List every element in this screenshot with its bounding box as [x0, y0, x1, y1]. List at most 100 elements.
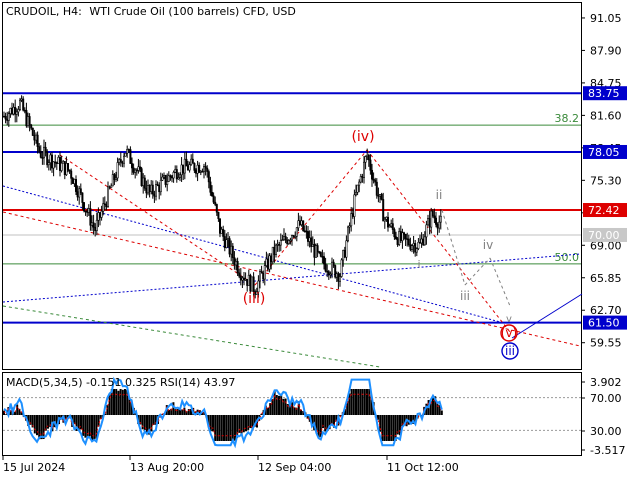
wave-label: ii — [436, 188, 443, 202]
candle-body — [180, 164, 183, 176]
candle-body — [196, 164, 199, 174]
candle-body — [380, 194, 383, 200]
candle-body — [330, 261, 333, 275]
candle-body — [300, 220, 303, 225]
macd-bar — [319, 415, 322, 438]
indicator-title: MACD(5,34,5) -0.151 0.325 RSI(14) 43.97 — [6, 376, 235, 389]
price-pane — [2, 2, 582, 370]
candle-body — [398, 231, 401, 245]
indicator-tick-label: 70.00 — [590, 392, 622, 405]
y-tick-label: 87.90 — [590, 44, 622, 57]
candle-body — [332, 261, 335, 266]
candle-body — [147, 185, 150, 194]
candle-body — [156, 184, 159, 186]
macd-bar — [44, 415, 47, 431]
candle-body — [364, 156, 367, 163]
candle-body — [145, 187, 148, 194]
candle-body — [231, 245, 234, 258]
candle-body — [233, 257, 236, 266]
candle-body — [353, 194, 356, 217]
candle-body — [422, 238, 425, 246]
macd-bar — [242, 415, 245, 433]
candle-body — [17, 109, 20, 113]
candle-body — [271, 246, 274, 263]
candle-body — [401, 232, 404, 242]
macd-bar — [220, 415, 223, 441]
candle-body — [319, 252, 322, 257]
candle-body — [342, 249, 345, 261]
candle-body — [303, 230, 306, 233]
candle-body — [306, 231, 309, 242]
candle-body — [393, 229, 396, 238]
candle-body — [406, 238, 409, 241]
candle-body — [158, 185, 161, 193]
fib-label: 38.2 — [555, 112, 580, 125]
candle-body — [15, 111, 18, 115]
candle-body — [290, 235, 293, 241]
candle-body — [212, 195, 215, 203]
candle-body — [281, 239, 284, 242]
candle-body — [131, 163, 134, 169]
candle-body — [185, 158, 188, 167]
candle-body — [358, 181, 361, 186]
macd-bar — [212, 415, 214, 432]
candle-body — [383, 218, 386, 222]
candle-body — [354, 191, 357, 196]
macd-bar — [324, 415, 327, 432]
candle-body — [97, 212, 100, 221]
candle-body — [175, 169, 178, 180]
candle-body — [107, 186, 110, 207]
candle-body — [321, 256, 324, 258]
macd-bar — [223, 415, 225, 441]
candle-body — [367, 154, 370, 161]
candle-body — [268, 255, 271, 270]
indicator-tick-label: 3.902 — [590, 376, 622, 389]
macd-bar — [231, 415, 234, 441]
candle-body — [338, 276, 341, 282]
candle-body — [260, 271, 263, 274]
macd-bar — [271, 399, 274, 415]
y-tick-label: 59.55 — [590, 337, 622, 350]
candle-body — [92, 222, 95, 228]
candle-body — [244, 279, 247, 281]
macd-bar — [293, 407, 296, 415]
candle-body — [155, 184, 158, 197]
candle-body — [193, 163, 196, 171]
candle-body — [18, 99, 21, 110]
macd-bar — [97, 415, 100, 427]
macd-bar — [80, 415, 82, 430]
macd-bar — [284, 398, 287, 415]
candle-body — [329, 273, 332, 276]
macd-bar — [234, 415, 236, 441]
candle-body — [54, 161, 57, 164]
macd-bar — [84, 415, 87, 438]
candle-body — [103, 203, 106, 206]
candle-body — [199, 170, 202, 173]
candle-body — [337, 273, 340, 282]
current-price-label: 70.00 — [588, 229, 620, 242]
macd-bar — [363, 389, 366, 415]
candle-body — [326, 270, 329, 273]
candle-body — [273, 246, 276, 255]
macd-bar — [42, 415, 45, 440]
candle-body — [316, 245, 319, 253]
candle-body — [95, 219, 98, 231]
candle-body — [305, 230, 308, 233]
candle-body — [124, 152, 127, 157]
wave-label: iii — [505, 344, 515, 358]
candle-body — [298, 220, 301, 225]
macd-bar — [115, 389, 118, 415]
candle-body — [314, 245, 317, 258]
candle-body — [58, 157, 61, 171]
candle-body — [402, 232, 405, 235]
candle-body — [102, 203, 105, 212]
candle-body — [235, 261, 238, 266]
macd-bar — [352, 389, 355, 415]
macd-bar — [280, 394, 283, 415]
candle-body — [346, 226, 349, 242]
candle-body — [340, 259, 343, 277]
candle-body — [374, 179, 377, 183]
candle-body — [118, 159, 121, 163]
candle-body — [415, 248, 418, 253]
candle-body — [287, 240, 290, 244]
